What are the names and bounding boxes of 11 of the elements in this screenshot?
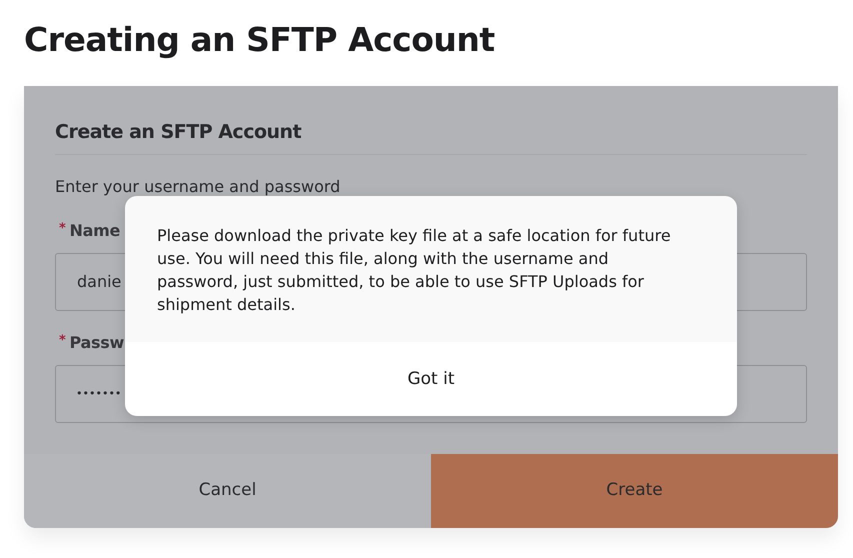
create-button[interactable]: Create [431,454,838,528]
got-it-button[interactable]: Got it [125,342,737,416]
required-mark: * [59,332,66,348]
page-title: Creating an SFTP Account [24,22,496,58]
password-label: Passw [70,332,124,352]
required-mark: * [59,220,66,236]
form-heading: Create an SFTP Account [55,118,807,155]
instructions-text: Enter your username and password [55,176,342,198]
cancel-button[interactable]: Cancel [24,454,431,528]
dialog-message: Please download the private key file at a safe location for future use. You will need this file, along with the username and password, just submitted, to be able to use SFTP Uploads for shipment details. [125,196,737,342]
name-label: Name [70,220,120,240]
